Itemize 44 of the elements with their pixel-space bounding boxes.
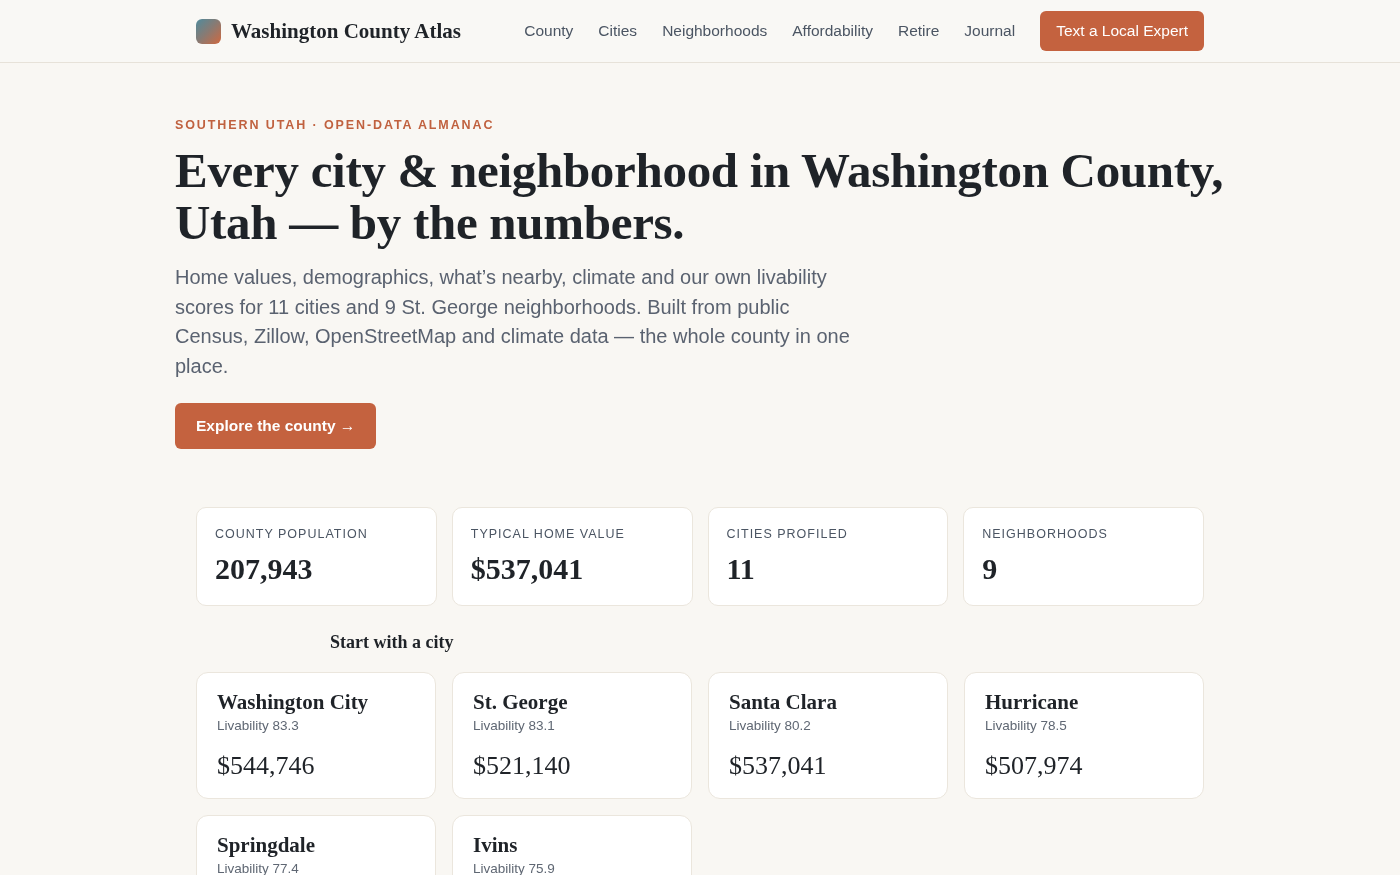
eyebrow-text: SOUTHERN UTAH · OPEN-DATA ALMANAC: [175, 117, 496, 133]
text-expert-button[interactable]: Text a Local Expert: [1040, 11, 1204, 51]
stat-label: NEIGHBORHOODS: [982, 526, 1109, 542]
city-card[interactable]: St. George Livability 83.1 $521,140: [452, 672, 692, 799]
city-name: St. George: [473, 689, 569, 715]
city-card[interactable]: Springdale Livability 77.4: [196, 815, 436, 875]
stat-value: $537,041: [470, 552, 585, 586]
stat-label: TYPICAL HOME VALUE: [470, 526, 626, 542]
site-name: Washington County Atlas: [231, 18, 461, 44]
nav-link[interactable]: Cities: [598, 22, 638, 40]
stat-label: COUNTY POPULATION: [215, 526, 369, 542]
city-card[interactable]: Washington City Livability 83.3 $544,746: [196, 672, 436, 799]
livability-score: Livability 83.1: [473, 717, 556, 735]
city-name: Ivins: [473, 832, 519, 858]
livability-score: Livability 77.4: [217, 860, 300, 875]
nav-link[interactable]: Neighborhoods: [662, 22, 768, 40]
home-value: $521,140: [473, 751, 572, 781]
livability-score: Livability 75.9: [473, 860, 556, 875]
livability-score: Livability 83.3: [217, 717, 300, 735]
home-value: $537,041: [729, 751, 828, 781]
city-name: Hurricane: [985, 689, 1080, 715]
nav-link[interactable]: Affordability: [792, 22, 873, 40]
city-name: Santa Clara: [729, 689, 838, 715]
livability-score: Livability 78.5: [985, 717, 1068, 735]
city-card[interactable]: Santa Clara Livability 80.2 $537,041: [708, 672, 948, 799]
city-name: Springdale: [217, 832, 317, 858]
livability-score: Livability 80.2: [729, 717, 812, 735]
stat-value: 9: [982, 552, 999, 586]
explore-button[interactable]: Explore the county →: [175, 403, 377, 449]
nav-link[interactable]: County: [524, 22, 574, 40]
intro-paragraph: Home values, demographics, what’s nearby, climate and our own livability scores for 11 cities and 9 St. George neighborhoods. Built from public Census, Zillow, OpenStreetMap and climate data — the whole county in one place.: [175, 265, 851, 379]
nav-link[interactable]: Retire: [897, 22, 940, 40]
city-card[interactable]: Ivins Livability 75.9: [452, 815, 692, 875]
stat-value: 207,943: [215, 552, 314, 586]
page-title: Every city & neighborhood in Washington County, Utah — by the numbers.: [175, 145, 1225, 249]
stat-value: 11: [726, 552, 756, 586]
home-value: $544,746: [217, 751, 316, 781]
stat-label: CITIES PROFILED: [726, 526, 849, 542]
section-heading: Start with a city: [330, 631, 455, 654]
city-card[interactable]: Hurricane Livability 78.5 $507,974: [964, 672, 1204, 799]
logo-icon: [196, 18, 221, 44]
nav-link[interactable]: Journal: [964, 22, 1016, 40]
home-value: $507,974: [985, 751, 1084, 781]
city-name: Washington City: [217, 689, 370, 715]
